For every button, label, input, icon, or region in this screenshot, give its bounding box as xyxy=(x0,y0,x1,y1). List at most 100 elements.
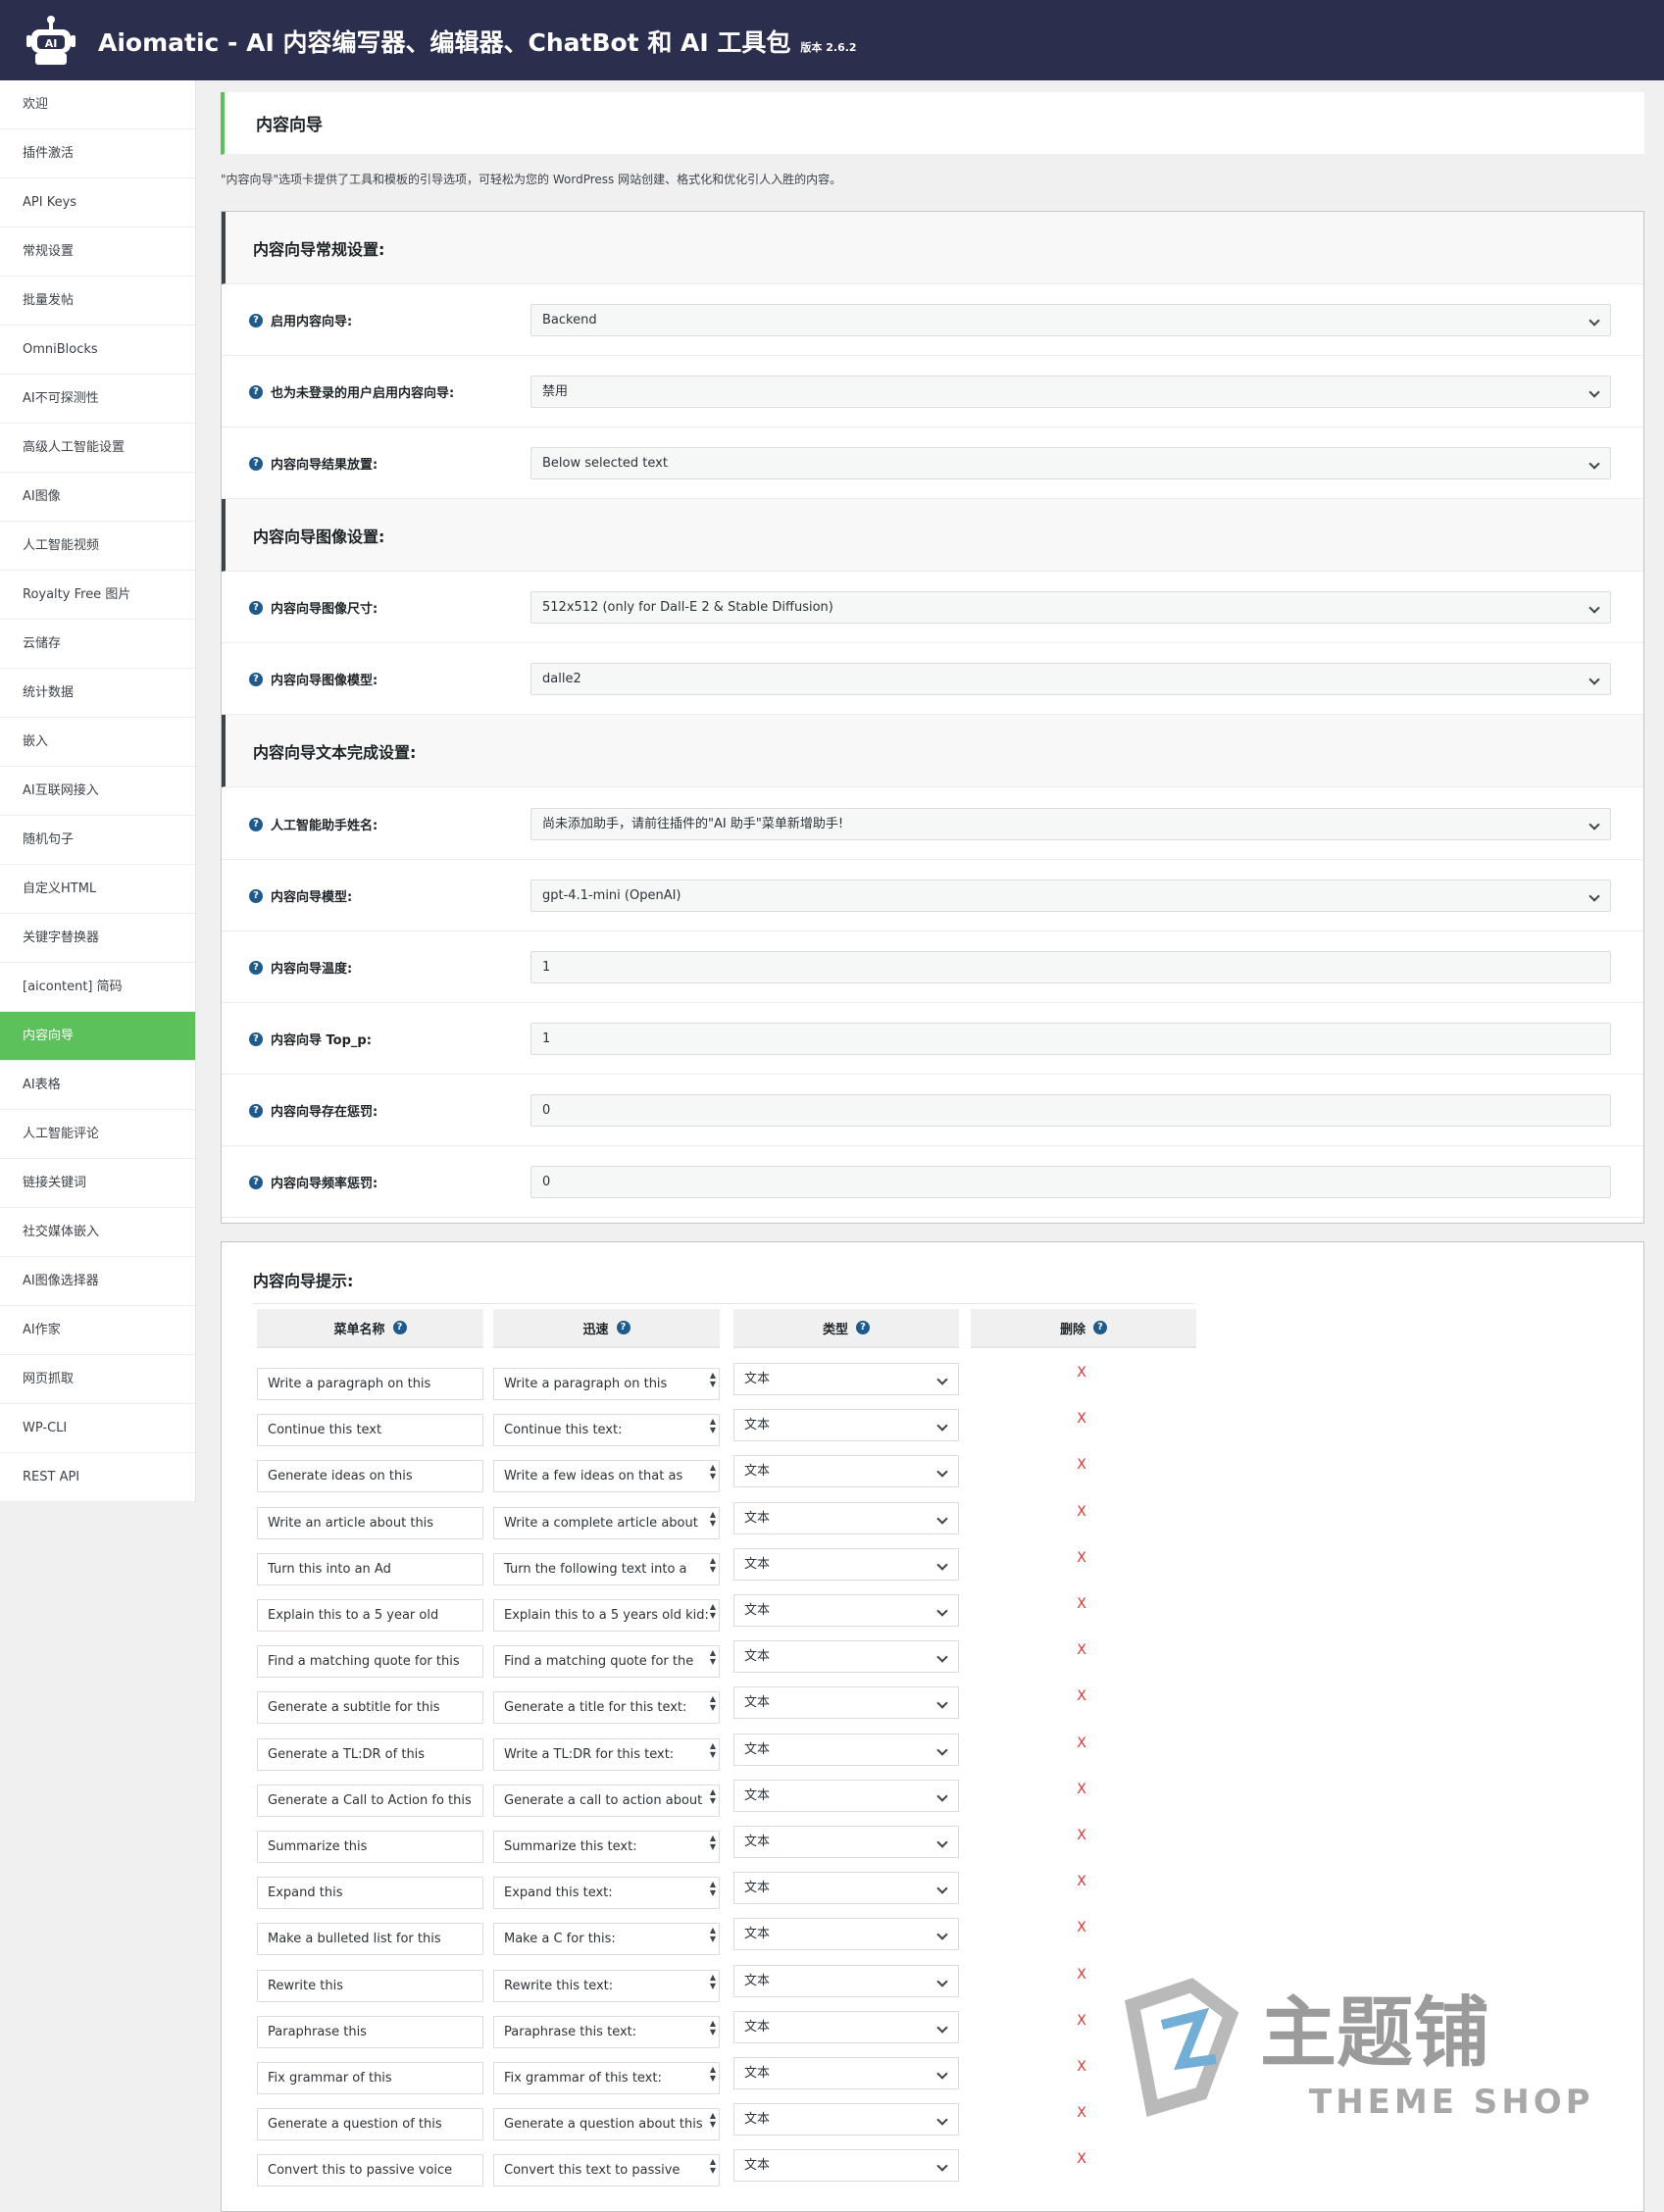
spinner-arrows-icon[interactable]: ▲ ▼ xyxy=(710,1834,716,1851)
type-select[interactable]: 文本 xyxy=(733,1640,959,1674)
prompt-textarea[interactable]: Explain this to a 5 years old kid: ▲ ▼ xyxy=(493,1599,720,1632)
type-select[interactable]: 文本 xyxy=(733,2057,959,2089)
sidebar-item[interactable]: 人工智能评论 xyxy=(0,1110,195,1159)
spinner-arrows-icon[interactable]: ▲ ▼ xyxy=(710,1880,716,1897)
menu-name-input[interactable]: Write a paragraph on this xyxy=(257,1368,483,1400)
sidebar-item[interactable]: 常规设置 xyxy=(0,227,195,276)
type-select[interactable]: 文本 xyxy=(733,1779,959,1812)
menu-name-input[interactable]: Explain this to a 5 year old xyxy=(257,1599,483,1632)
menu-name-input[interactable]: Continue this text xyxy=(257,1414,483,1447)
spinner-arrows-icon[interactable]: ▲ ▼ xyxy=(710,1694,716,1712)
prompt-textarea[interactable]: Make a C for this: ▲ ▼ xyxy=(493,1923,720,1956)
sidebar-item[interactable]: 高级人工智能设置 xyxy=(0,424,195,473)
help-icon[interactable]: ? xyxy=(249,672,263,686)
type-select[interactable]: 文本 xyxy=(733,1409,959,1442)
type-select[interactable]: 文本 xyxy=(733,1501,959,1534)
help-icon[interactable]: ? xyxy=(249,313,263,327)
delete-icon[interactable]: X xyxy=(1075,1688,1088,1704)
help-icon[interactable]: ? xyxy=(249,817,263,831)
type-select[interactable]: 文本 xyxy=(733,1918,959,1951)
help-icon[interactable]: ? xyxy=(249,384,263,399)
menu-name-input[interactable]: Generate a Call to Action fo this xyxy=(257,1784,483,1817)
delete-icon[interactable]: X xyxy=(1075,1782,1088,1797)
sidebar-item[interactable]: 插件激活 xyxy=(0,129,195,178)
help-icon[interactable]: ? xyxy=(249,1175,263,1189)
spinner-arrows-icon[interactable]: ▲ ▼ xyxy=(710,1463,716,1481)
type-select[interactable]: 文本 xyxy=(733,1363,959,1395)
delete-icon[interactable]: X xyxy=(1075,1504,1088,1520)
delete-icon[interactable]: X xyxy=(1075,2151,1088,2167)
menu-name-input[interactable]: Generate ideas on this xyxy=(257,1460,483,1493)
spinner-arrows-icon[interactable]: ▲ ▼ xyxy=(710,1787,716,1805)
help-icon[interactable]: ? xyxy=(392,1321,407,1334)
delete-icon[interactable]: X xyxy=(1075,1365,1088,1381)
sidebar-item[interactable]: 自定义HTML xyxy=(0,865,195,914)
delete-icon[interactable]: X xyxy=(1075,1457,1088,1473)
prompt-textarea[interactable]: Convert this text to passive ▲ ▼ xyxy=(493,2154,720,2187)
prompt-textarea[interactable]: Turn the following text into a ▲ ▼ xyxy=(493,1552,720,1585)
menu-name-input[interactable]: Paraphrase this xyxy=(257,2015,483,2048)
prompt-textarea[interactable]: Expand this text: ▲ ▼ xyxy=(493,1877,720,1910)
setting-input[interactable]: 0 xyxy=(530,1094,1611,1127)
menu-name-input[interactable]: Rewrite this xyxy=(257,1969,483,2002)
prompt-textarea[interactable]: Generate a call to action about ▲ ▼ xyxy=(493,1784,720,1817)
menu-name-input[interactable]: Summarize this xyxy=(257,1831,483,1863)
setting-select[interactable]: Below selected text xyxy=(530,447,1611,479)
menu-name-input[interactable]: Generate a question of this xyxy=(257,2108,483,2141)
help-icon[interactable]: ? xyxy=(249,960,263,975)
delete-icon[interactable]: X xyxy=(1075,2059,1088,2075)
prompt-textarea[interactable]: Paraphrase this text: ▲ ▼ xyxy=(493,2015,720,2048)
sidebar-item[interactable]: 随机句子 xyxy=(0,816,195,865)
type-select[interactable]: 文本 xyxy=(733,1964,959,1997)
delete-icon[interactable]: X xyxy=(1075,1828,1088,1843)
menu-name-input[interactable]: Write an article about this xyxy=(257,1506,483,1539)
sidebar-item[interactable]: 网页抓取 xyxy=(0,1355,195,1404)
prompt-textarea[interactable]: Write a complete article about ▲ ▼ xyxy=(493,1506,720,1539)
type-select[interactable]: 文本 xyxy=(733,1594,959,1627)
spinner-arrows-icon[interactable]: ▲ ▼ xyxy=(710,2157,716,2175)
sidebar-item[interactable]: REST API xyxy=(0,1453,195,1502)
help-icon[interactable]: ? xyxy=(249,600,263,615)
prompt-textarea[interactable]: Generate a title for this text: ▲ ▼ xyxy=(493,1691,720,1725)
delete-icon[interactable]: X xyxy=(1075,2105,1088,2121)
sidebar-item[interactable]: AI图像选择器 xyxy=(0,1257,195,1306)
spinner-arrows-icon[interactable]: ▲ ▼ xyxy=(710,1417,716,1434)
setting-select[interactable]: 512x512 (only for Dall-E 2 & Stable Diff… xyxy=(530,591,1611,624)
sidebar-item[interactable]: 内容向导 xyxy=(0,1012,195,1061)
sidebar-item[interactable]: Royalty Free 图片 xyxy=(0,571,195,620)
sidebar-item[interactable]: API Keys xyxy=(0,178,195,227)
spinner-arrows-icon[interactable]: ▲ ▼ xyxy=(710,1648,716,1666)
prompt-textarea[interactable]: Find a matching quote for the ▲ ▼ xyxy=(493,1645,720,1679)
help-icon[interactable]: ? xyxy=(856,1321,870,1334)
setting-input[interactable]: 0 xyxy=(530,1166,1611,1198)
menu-name-input[interactable]: Expand this xyxy=(257,1877,483,1910)
menu-name-input[interactable]: Generate a TL:DR of this xyxy=(257,1737,483,1771)
setting-select[interactable]: gpt-4.1-mini (OpenAI) xyxy=(530,880,1611,912)
prompt-textarea[interactable]: Generate a question about this ▲ ▼ xyxy=(493,2108,720,2141)
delete-icon[interactable]: X xyxy=(1075,1642,1088,1658)
sidebar-item[interactable]: 关键字替换器 xyxy=(0,914,195,963)
sidebar-item[interactable]: AI互联网接入 xyxy=(0,767,195,816)
help-icon[interactable]: ? xyxy=(249,888,263,903)
type-select[interactable]: 文本 xyxy=(733,1872,959,1905)
delete-icon[interactable]: X xyxy=(1075,2013,1088,2029)
type-select[interactable]: 文本 xyxy=(733,2103,959,2137)
sidebar-item[interactable]: 欢迎 xyxy=(0,80,195,129)
setting-input[interactable]: 1 xyxy=(530,951,1611,983)
spinner-arrows-icon[interactable]: ▲ ▼ xyxy=(710,2065,716,2083)
prompt-textarea[interactable]: Write a paragraph on this ▲ ▼ xyxy=(493,1368,720,1400)
spinner-arrows-icon[interactable]: ▲ ▼ xyxy=(710,1371,716,1388)
spinner-arrows-icon[interactable]: ▲ ▼ xyxy=(710,1510,716,1528)
type-select[interactable]: 文本 xyxy=(733,2010,959,2043)
menu-name-input[interactable]: Generate a subtitle for this xyxy=(257,1691,483,1725)
sidebar-item[interactable]: 云储存 xyxy=(0,620,195,669)
setting-select[interactable]: 禁用 xyxy=(530,376,1611,408)
spinner-arrows-icon[interactable]: ▲ ▼ xyxy=(710,1973,716,1990)
setting-select[interactable]: 尚未添加助手，请前往插件的"AI 助手"菜单新增助手! xyxy=(530,808,1611,840)
prompt-textarea[interactable]: Write a few ideas on that as ▲ ▼ xyxy=(493,1460,720,1493)
sidebar-item[interactable]: 统计数据 xyxy=(0,669,195,718)
menu-name-input[interactable]: Find a matching quote for this xyxy=(257,1645,483,1679)
spinner-arrows-icon[interactable]: ▲ ▼ xyxy=(710,1556,716,1574)
spinner-arrows-icon[interactable]: ▲ ▼ xyxy=(710,1926,716,1943)
spinner-arrows-icon[interactable]: ▲ ▼ xyxy=(710,2019,716,2036)
